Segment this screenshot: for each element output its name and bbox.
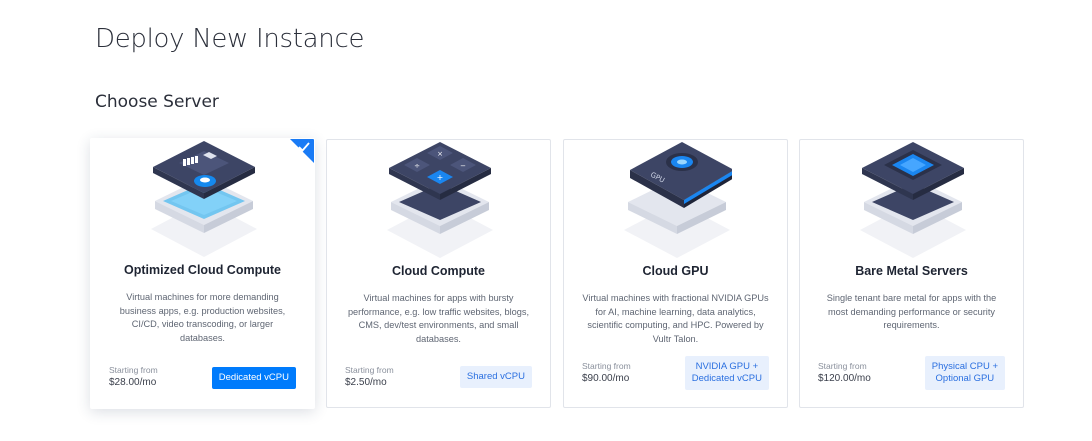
cpu-type-badge: Shared vCPU <box>459 366 532 388</box>
cpu-type-badge: Physical CPU + Optional GPU <box>924 356 1005 390</box>
card-description: Virtual machines with fractional NVIDIA … <box>582 293 769 344</box>
server-card-cloud-gpu[interactable]: GPU Cloud GPU Virtual machines with frac… <box>563 139 788 408</box>
checkmark-icon <box>298 142 310 152</box>
svg-text:+: + <box>437 173 444 182</box>
server-card-bare-metal[interactable]: Bare Metal Servers Single tenant bare me… <box>799 139 1024 408</box>
price-value: $90.00/mo <box>582 373 630 384</box>
badge-line-1: NVIDIA GPU + <box>695 361 759 372</box>
badge-line-2: Optional GPU <box>935 373 995 384</box>
price-value: $28.00/mo <box>109 377 157 388</box>
svg-text:−: − <box>460 162 466 170</box>
badge-line-1: Physical CPU + <box>931 361 998 372</box>
price-label: Starting from <box>582 361 631 371</box>
gpu-card-icon: GPU <box>624 142 732 258</box>
price-label: Starting from <box>345 365 394 375</box>
server-card-optimized-cloud-compute[interactable]: Optimized Cloud Compute Virtual machines… <box>90 138 315 409</box>
price-value: $120.00/mo <box>818 373 871 384</box>
svg-text:÷: ÷ <box>414 162 420 170</box>
cpu-type-badge: NVIDIA GPU + Dedicated vCPU <box>684 356 769 390</box>
card-description: Virtual machines for apps with bursty pe… <box>347 293 530 344</box>
price-value: $2.50/mo <box>345 377 387 388</box>
badge-line-2: Dedicated vCPU <box>691 373 762 384</box>
optimized-compute-server-icon <box>151 141 257 257</box>
price-label: Starting from <box>818 361 867 371</box>
svg-text:×: × <box>437 150 443 158</box>
page-title: Deploy New Instance <box>95 24 365 54</box>
card-title: Optimized Cloud Compute <box>124 263 281 277</box>
bare-metal-server-icon <box>860 142 966 258</box>
card-description: Virtual machines for more demanding busi… <box>119 292 286 343</box>
card-description: Single tenant bare metal for apps with t… <box>826 293 997 330</box>
section-title: Choose Server <box>95 92 219 112</box>
server-card-cloud-compute[interactable]: × ÷ − + Cloud Compute Virtual machines f… <box>326 139 551 408</box>
cloud-compute-server-icon: × ÷ − + <box>387 142 493 258</box>
price-label: Starting from <box>109 365 158 375</box>
cpu-type-badge: Dedicated vCPU <box>211 367 296 389</box>
card-title: Bare Metal Servers <box>855 264 968 278</box>
card-title: Cloud Compute <box>391 264 486 278</box>
card-title: Cloud GPU <box>642 264 709 278</box>
